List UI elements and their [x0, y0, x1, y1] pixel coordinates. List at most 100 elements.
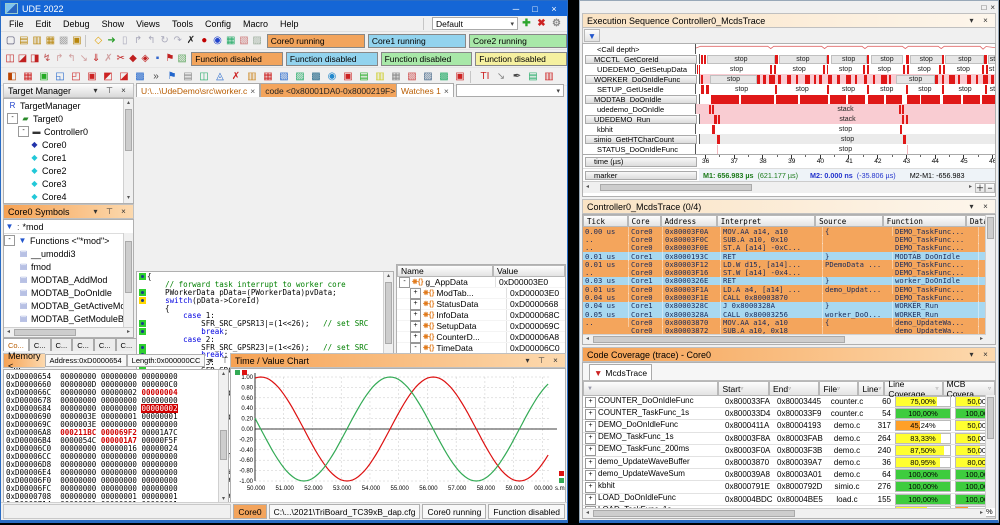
menu-config[interactable]: Config	[199, 18, 237, 30]
toolbar-icon-tb3-34[interactable]: ▥	[541, 69, 557, 84]
tree-expander-icon[interactable]: +	[410, 288, 421, 299]
menu-show[interactable]: Show	[96, 18, 131, 30]
maximize-button[interactable]: □	[526, 2, 544, 15]
target-tree-item-core2[interactable]: ◆Core2	[4, 164, 133, 177]
toolbar-icon-tb3-30[interactable]: TI	[477, 69, 493, 84]
exec-hscroll-thumb[interactable]	[600, 184, 752, 191]
trace-col-interpret[interactable]: Interpret	[717, 215, 815, 227]
coverage-row-COUNTER_TaskFunc_1s[interactable]: +COUNTER_TaskFunc_1s0x800033D40x800033F9…	[583, 408, 995, 420]
toolbar-icon-tb1-1[interactable]: ▤	[17, 33, 30, 48]
symbols-tab-2[interactable]: C...	[51, 338, 73, 351]
trace-col-source[interactable]: Source	[815, 215, 883, 227]
toolbar-icon-tb3-16[interactable]: ▦	[260, 69, 276, 84]
toolbar-icon-tb3-10[interactable]: ⚑	[164, 69, 180, 84]
tree-expander-icon[interactable]: +	[585, 470, 596, 481]
tree-expander-icon[interactable]: +	[410, 299, 421, 310]
exec-row-UDEDEMOGetSetupData[interactable]: UDEDEMO_GetSetupDatastopstopstopstopstop…	[583, 64, 995, 74]
close-icon[interactable]: ×	[550, 356, 561, 365]
watches-col-name[interactable]: Name	[397, 265, 493, 277]
tree-expander-icon[interactable]: +	[585, 433, 596, 444]
toolbar-icon-tb3-11[interactable]: ▤	[180, 69, 196, 84]
toolbar-icon-tb2-2[interactable]: ◨	[29, 51, 41, 66]
toolbar-icon-tb3-8[interactable]: ▩	[132, 69, 148, 84]
coverage-row-DEMO_DoOnIdleFunc[interactable]: +DEMO_DoOnIdleFunc0x8000411A0x80004193de…	[583, 420, 995, 432]
target-tree-item-controller0[interactable]: -▬Controller0	[4, 125, 133, 138]
toolbar-icon-tb2-8[interactable]: ✗	[102, 51, 114, 66]
tree-expander-icon[interactable]: +	[410, 332, 421, 343]
close-icon[interactable]: ×	[980, 202, 991, 211]
toolbar-icon-tb3-32[interactable]: ✒	[509, 69, 525, 84]
menu-tools[interactable]: Tools	[166, 18, 199, 30]
toolbar-icon-tb3-2[interactable]: ▣	[36, 69, 52, 84]
dropdown-icon[interactable]: ▾	[966, 350, 977, 359]
symbols-tab-1[interactable]: C...	[29, 338, 51, 351]
symbol-item-MODTAB_DoOnIdle[interactable]: ▤MODTAB_DoOnIdle	[4, 286, 133, 299]
watch-row-InfoData[interactable]: +❋{}InfoData0xD000068C	[397, 310, 565, 321]
toolbar-icon-tb3-21[interactable]: ▣	[340, 69, 356, 84]
toolbar-icon-tb3-27[interactable]: ▩	[436, 69, 452, 84]
toolbar-icon-tb2-1[interactable]: ◪	[16, 51, 28, 66]
toolbar-icon-tb3-13[interactable]: ◬	[212, 69, 228, 84]
toolbar-icon-tb3-7[interactable]: ◪	[116, 69, 132, 84]
coverage-col-Line Coverage[interactable]: Line Coverage ▿	[884, 381, 942, 396]
zoom-out-icon[interactable]: −	[985, 183, 995, 193]
toolbar-icon-tb3-5[interactable]: ▣	[84, 69, 100, 84]
dropdown-icon[interactable]: ▾	[966, 16, 977, 25]
toolbar-icon-tb1-11[interactable]: ↰	[145, 33, 158, 48]
coverage-col-MCB Covera[interactable]: MCB Covera ▿	[943, 381, 995, 396]
tree-expander-icon[interactable]: +	[585, 482, 596, 493]
dropdown-icon[interactable]: ▾	[90, 207, 101, 216]
symbols-tab-3[interactable]: C...	[72, 338, 94, 351]
watch-row-gAppData[interactable]: -❋{}g_AppData0xD00003E0	[397, 277, 565, 288]
coverage-row-demo_UpdateWaveSum[interactable]: +demo_UpdateWaveSum0x800039A80x80003A01d…	[583, 469, 995, 481]
tree-expander-icon[interactable]: +	[585, 409, 596, 420]
toolbar-icon-tb3-18[interactable]: ▨	[292, 69, 308, 84]
toolbar-icon-tb2-12[interactable]: ▪	[151, 51, 163, 66]
memory-address-field[interactable]: Address:0xD0000654	[45, 354, 127, 367]
target-tree-item-core1[interactable]: ◆Core1	[4, 151, 133, 164]
toolbar-icon-tb2-0[interactable]: ◫	[4, 51, 16, 66]
toolbar-icon-tb3-31[interactable]: ↘	[493, 69, 509, 84]
trace-col-tick[interactable]: Tick	[583, 215, 628, 227]
menu-edit[interactable]: Edit	[30, 18, 58, 30]
toolbar-icon-tb3-3[interactable]: ◱	[52, 69, 68, 84]
memory-length-field[interactable]: Length:0x000000CC	[127, 354, 206, 367]
tree-expander-icon[interactable]: +	[585, 421, 596, 432]
toolbar-icon-tb2-5[interactable]: ↰	[65, 51, 77, 66]
coverage-row-LOAD_DoOnIdleFunc[interactable]: +LOAD_DoOnIdleFunc0x80004BDC0x80004BE5lo…	[583, 494, 995, 506]
toolbar-icon-tb1-0[interactable]: ▢	[4, 33, 17, 48]
toolbar-icon-tb2-9[interactable]: ✂	[115, 51, 127, 66]
tab-mcdstrace[interactable]: ▼ McdsTrace	[589, 364, 652, 380]
toolbar-icon-tb1-15[interactable]: ●	[198, 33, 211, 48]
toolbar-icon-tb2-3[interactable]: ↯	[41, 51, 53, 66]
menu-help[interactable]: Help	[274, 18, 305, 30]
tab-worker-c[interactable]: U:\...\UdeDemo\src\worker.c×	[136, 83, 260, 97]
toolbar-icon-tb3-4[interactable]: ◰	[68, 69, 84, 84]
coverage-col-Line[interactable]: Line ▿	[858, 381, 884, 396]
close-button[interactable]: ×	[545, 2, 563, 15]
tree-expander-icon[interactable]: +	[410, 310, 421, 321]
toolbar-icon-tb2-10[interactable]: ◆	[127, 51, 139, 66]
toolbar-icon-tb2-4[interactable]: ↱	[53, 51, 65, 66]
toolbar-icon-tb3-26[interactable]: ▨	[420, 69, 436, 84]
toolbar-icon-tb1-16[interactable]: ◉	[211, 33, 224, 48]
dropdown-icon[interactable]: ▾	[205, 356, 216, 365]
target-tree-item-targetmanager[interactable]: RTargetManager	[4, 99, 133, 112]
symbols-root[interactable]: -▼Functions <"*mod">	[4, 234, 133, 247]
maximize-button[interactable]: □	[981, 3, 986, 12]
toolbar-icon-tb2-13[interactable]: ⚑	[164, 51, 176, 66]
tab-watches-1[interactable]: Watches 1×	[396, 83, 454, 97]
toolbar-icon-tb1-8[interactable]: ➜	[105, 33, 118, 48]
toolbar-icon-tb1-7[interactable]: ◇	[92, 33, 105, 48]
toolbar-icon-tb3-23[interactable]: ▥	[372, 69, 388, 84]
minimize-button[interactable]: ─	[507, 2, 525, 15]
exec-row-udedemoDoOnIdle[interactable]: udedemo_DoOnIdlestack	[583, 104, 995, 114]
tree-expander-icon[interactable]: +	[410, 321, 421, 332]
toolbar-icon-tb2-7[interactable]: ⇓	[90, 51, 102, 66]
coverage-col-name[interactable]: ▼	[583, 381, 718, 396]
toolbar-icon-tb3-17[interactable]: ▧	[276, 69, 292, 84]
toolbar-icon-tb1-9[interactable]: ▯	[118, 33, 131, 48]
scroll-right-icon[interactable]: ▸	[966, 183, 975, 192]
pin-icon[interactable]: ⊤	[104, 207, 115, 216]
symbol-item-MODTAB_GetModuleByC[interactable]: ▤MODTAB_GetModuleByC	[4, 312, 133, 325]
